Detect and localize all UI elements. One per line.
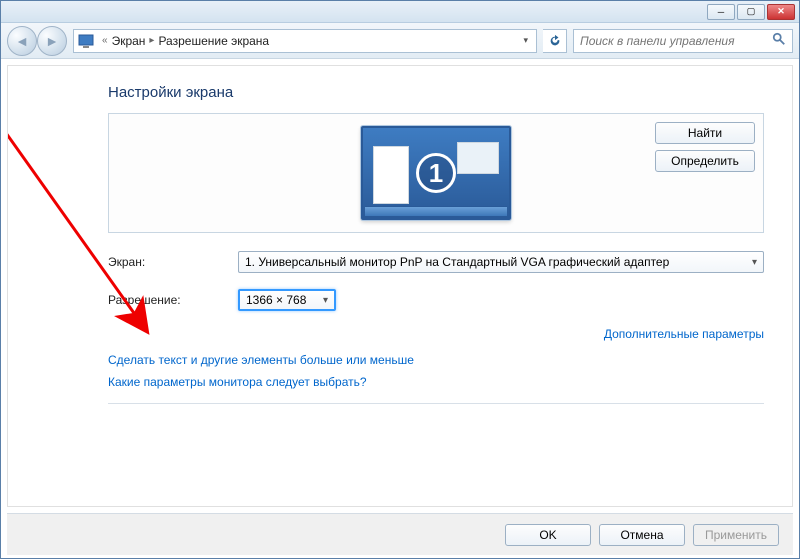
content-area: Настройки экрана 1 Найти Определить Экра… [7, 65, 793, 507]
breadcrumb-resolution[interactable]: Разрешение экрана [158, 34, 269, 48]
resolution-combo[interactable]: 1366 × 768 [238, 289, 336, 311]
apply-button: Применить [693, 524, 779, 546]
resolution-value: 1366 × 768 [246, 293, 306, 307]
search-icon[interactable] [772, 32, 786, 49]
back-button[interactable]: ◄ [7, 26, 37, 56]
titlebar: ─ ▢ ✕ [1, 1, 799, 23]
display-combo[interactable]: 1. Универсальный монитор PnP на Стандарт… [238, 251, 764, 273]
action-bar: OK Отмена Применить [7, 513, 793, 555]
address-dropdown-icon[interactable]: ▾ [519, 35, 532, 46]
resolution-label: Разрешение: [108, 293, 238, 307]
navbar: ◄ ► « Экран ▸ Разрешение экрана ▾ [1, 23, 799, 59]
maximize-button[interactable]: ▢ [737, 4, 765, 20]
minimize-button[interactable]: ─ [707, 4, 735, 20]
monitor-preview[interactable]: 1 [361, 126, 511, 220]
control-panel-icon [78, 33, 94, 49]
text-size-link[interactable]: Сделать текст и другие элементы больше и… [108, 353, 764, 367]
find-button[interactable]: Найти [655, 122, 755, 144]
settings-window: ─ ▢ ✕ ◄ ► « Экран ▸ Разрешение экрана ▾ [0, 0, 800, 559]
which-settings-link[interactable]: Какие параметры монитора следует выбрать… [108, 375, 764, 389]
breadcrumb-chevron-icon: « [102, 35, 108, 46]
refresh-button[interactable] [543, 29, 567, 53]
address-bar[interactable]: « Экран ▸ Разрешение экрана ▾ [73, 29, 537, 53]
close-button[interactable]: ✕ [767, 4, 795, 20]
preview-side-buttons: Найти Определить [655, 122, 755, 172]
display-label: Экран: [108, 255, 238, 269]
search-input[interactable] [580, 34, 772, 48]
help-links: Сделать текст и другие элементы больше и… [108, 353, 764, 389]
nav-arrows: ◄ ► [7, 26, 67, 56]
divider [108, 403, 764, 404]
resolution-row: Разрешение: 1366 × 768 [108, 289, 764, 311]
monitor-taskbar [365, 206, 507, 216]
advanced-settings-link[interactable]: Дополнительные параметры [108, 327, 764, 341]
breadcrumb-display[interactable]: Экран [112, 34, 146, 48]
detect-button[interactable]: Определить [655, 150, 755, 172]
display-row: Экран: 1. Универсальный монитор PnP на С… [108, 251, 764, 273]
page-title: Настройки экрана [108, 84, 764, 101]
cancel-button[interactable]: Отмена [599, 524, 685, 546]
forward-button[interactable]: ► [37, 26, 67, 56]
display-value: 1. Универсальный монитор PnP на Стандарт… [245, 255, 669, 269]
display-preview-panel: 1 Найти Определить [108, 113, 764, 233]
breadcrumb-chevron-icon: ▸ [149, 35, 154, 46]
ok-button[interactable]: OK [505, 524, 591, 546]
monitor-number-badge: 1 [416, 153, 456, 193]
search-box[interactable] [573, 29, 793, 53]
refresh-icon [548, 34, 562, 48]
